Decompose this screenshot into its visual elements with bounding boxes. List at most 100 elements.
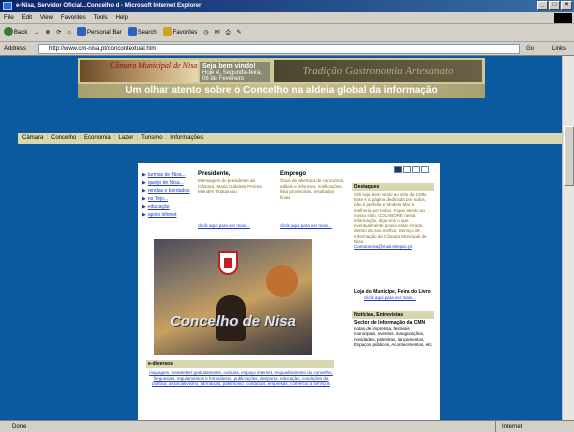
nav-camara[interactable]: Câmara [22,133,43,144]
link-queijo[interactable]: queijo de Nisa... [148,180,184,186]
diversos-header: e-diversos [146,360,334,368]
noticias-subtitle: Sector de Informação da CMN [354,320,426,326]
menu-favorites[interactable]: Favorites [61,12,86,23]
tab-3[interactable] [412,166,420,173]
list-item: ▶ queijo de Nisa... [142,179,198,187]
welcome-title: Seja bem vindo! [202,63,256,70]
noticias-text: Sector de Informação da CMN notas de imp… [352,319,434,348]
nav-informacoes[interactable]: Informações [170,133,203,144]
back-arrow-icon [4,27,13,37]
address-input[interactable]: http://www.cm-nisa.pt/concontextual.htm [38,44,520,54]
triangle-bullet-icon: ▶ [142,172,146,178]
ie-icon [3,2,12,10]
nav-economia[interactable]: Economia [84,133,111,144]
list-item: ▶ no Tejo... [142,195,198,203]
links-button[interactable]: Links [552,42,566,56]
destaques-body: Olá seja bem vindo ao sítio da CMN. Este… [354,192,428,244]
nav-concelho[interactable]: Concelho [51,133,76,144]
title-bar: e-Nisa, Servidor Oficial...Concelho d - … [0,0,574,12]
quick-links: ▶ turmas de Nisa... ▶ queijo de Nisa... ▶ r… [142,171,198,219]
tab-1[interactable] [394,166,402,173]
nav-lazer[interactable]: Lazer [118,133,133,144]
personal-bar-icon [77,27,87,37]
back-button[interactable]: Back [4,24,27,42]
go-button[interactable]: Go [526,42,534,56]
main-content: ▶ turmas de Nisa... ▶ queijo de Nisa... ▶ r… [138,163,440,420]
close-button[interactable]: × [561,1,572,10]
presidente-more-link[interactable]: clicik aqui para ver mais... [198,223,250,229]
link-infonet[interactable]: apoio infonet [148,212,177,218]
destaques-email-link[interactable]: Camaranisa@mail.telepac.pt [354,244,412,249]
status-bar: Done Internet [0,420,574,432]
list-item: ▶ educação [142,203,198,211]
emprego-column: Emprego Ônus de abertura de concursos, e… [280,171,346,228]
triangle-bullet-icon: ▶ [142,188,146,194]
address-bar: Address http://www.cm-nisa.pt/concontext… [0,42,574,56]
site-banner: Câmara Municipal de Nisa Seja bem vindo!… [78,58,485,98]
list-item: ▶ rendas e bordados [142,187,198,195]
personal-bar-label: Personal Bar [87,29,122,36]
security-zone: Internet [495,421,574,432]
presidente-title: Presidente, [198,171,231,177]
edit-button[interactable]: ✎ [237,24,242,42]
coat-of-arms-icon [218,251,238,275]
emprego-text: Ônus de abertura de concursos, editais e… [280,178,345,200]
link-educacao[interactable]: educação [148,204,170,210]
menu-file[interactable]: File [4,12,14,23]
list-item: ▶ apoio infonet [142,211,198,219]
photo-label: Concelho de Nisa [170,313,296,330]
diversos-links[interactable]: mapagem, newsletter gratuitamente, notic… [148,370,334,387]
tab-4[interactable] [421,166,429,173]
print-button[interactable]: ⎙ [226,24,231,42]
site-logo[interactable]: Câmara Municipal de Nisa [80,60,198,82]
site-nav: Câmara: Concelho: Economia: Lazer: Turis… [18,133,562,144]
site-tagline: Um olhar atento sobre o Concelho na alde… [78,84,485,98]
destaques-text: Olá seja bem vindo ao sítio da CMN. Este… [352,191,434,285]
noticias-body: notas de imprensa, festivais municipais,… [354,326,432,347]
home-button[interactable]: ⌂ [67,24,71,42]
triangle-bullet-icon: ▶ [142,180,146,186]
menu-edit[interactable]: Edit [22,12,32,23]
stop-button[interactable]: ⊗ [45,24,50,42]
search-label: Search [137,29,157,36]
destaques-header: Destaques [352,183,434,191]
personal-bar-button[interactable]: Personal Bar [77,24,122,42]
search-button[interactable]: Search [127,24,157,42]
tab-2[interactable] [403,166,411,173]
minimize-button[interactable]: _ [537,1,548,10]
search-icon [127,27,137,37]
link-turmas[interactable]: turmas de Nisa... [148,172,186,178]
presidente-column: Presidente, Mensagem do presidente da Câ… [198,171,264,228]
loja-more-link[interactable]: clicik aqui para ver mais... [352,295,434,301]
welcome-date: Hoje é, Segunda-feira, 06 de Fevereiro [202,70,263,82]
emprego-more-link[interactable]: clicik aqui para ver mais... [280,223,332,229]
link-rendas[interactable]: rendas e bordados [148,188,190,194]
address-label: Address [4,46,27,52]
vertical-scrollbar[interactable] [562,56,574,420]
browser-window: e-Nisa, Servidor Oficial...Concelho d - … [0,0,574,432]
window-title: e-Nisa, Servidor Oficial...Concelho d - … [16,3,202,9]
maximize-button[interactable]: □ [549,1,560,10]
welcome-box: Seja bem vindo! Hoje é, Segunda-feira, 0… [200,62,270,82]
back-label: Back [14,29,28,36]
forward-button[interactable]: → [33,24,39,42]
favorites-button[interactable]: Favorites [162,24,198,42]
menu-help[interactable]: Help [116,12,128,23]
link-tejo[interactable]: no Tejo... [148,196,168,202]
nav-turismo[interactable]: Turismo [141,133,162,144]
favorites-icon [162,27,172,37]
favorites-label: Favorites [172,29,198,36]
menu-view[interactable]: View [40,12,53,23]
page-tabs [394,166,429,173]
history-button[interactable]: ◷ [203,24,208,42]
page-viewport: Câmara Municipal de Nisa Seja bem vindo!… [0,56,562,420]
triangle-bullet-icon: ▶ [142,196,146,202]
mail-button[interactable]: ✉ [215,24,220,42]
status-text: Done [12,424,27,430]
menu-bar: File Edit View Favorites Tools Help [0,12,574,24]
concelho-photo: Concelho de Nisa [154,239,312,355]
scrollbar-thumb[interactable] [564,126,574,186]
refresh-button[interactable]: ⟳ [56,24,61,42]
menu-tools[interactable]: Tools [94,12,108,23]
toolbar: Back → ⊗ ⟳ ⌂ Personal Bar Search Favorit… [0,24,574,42]
